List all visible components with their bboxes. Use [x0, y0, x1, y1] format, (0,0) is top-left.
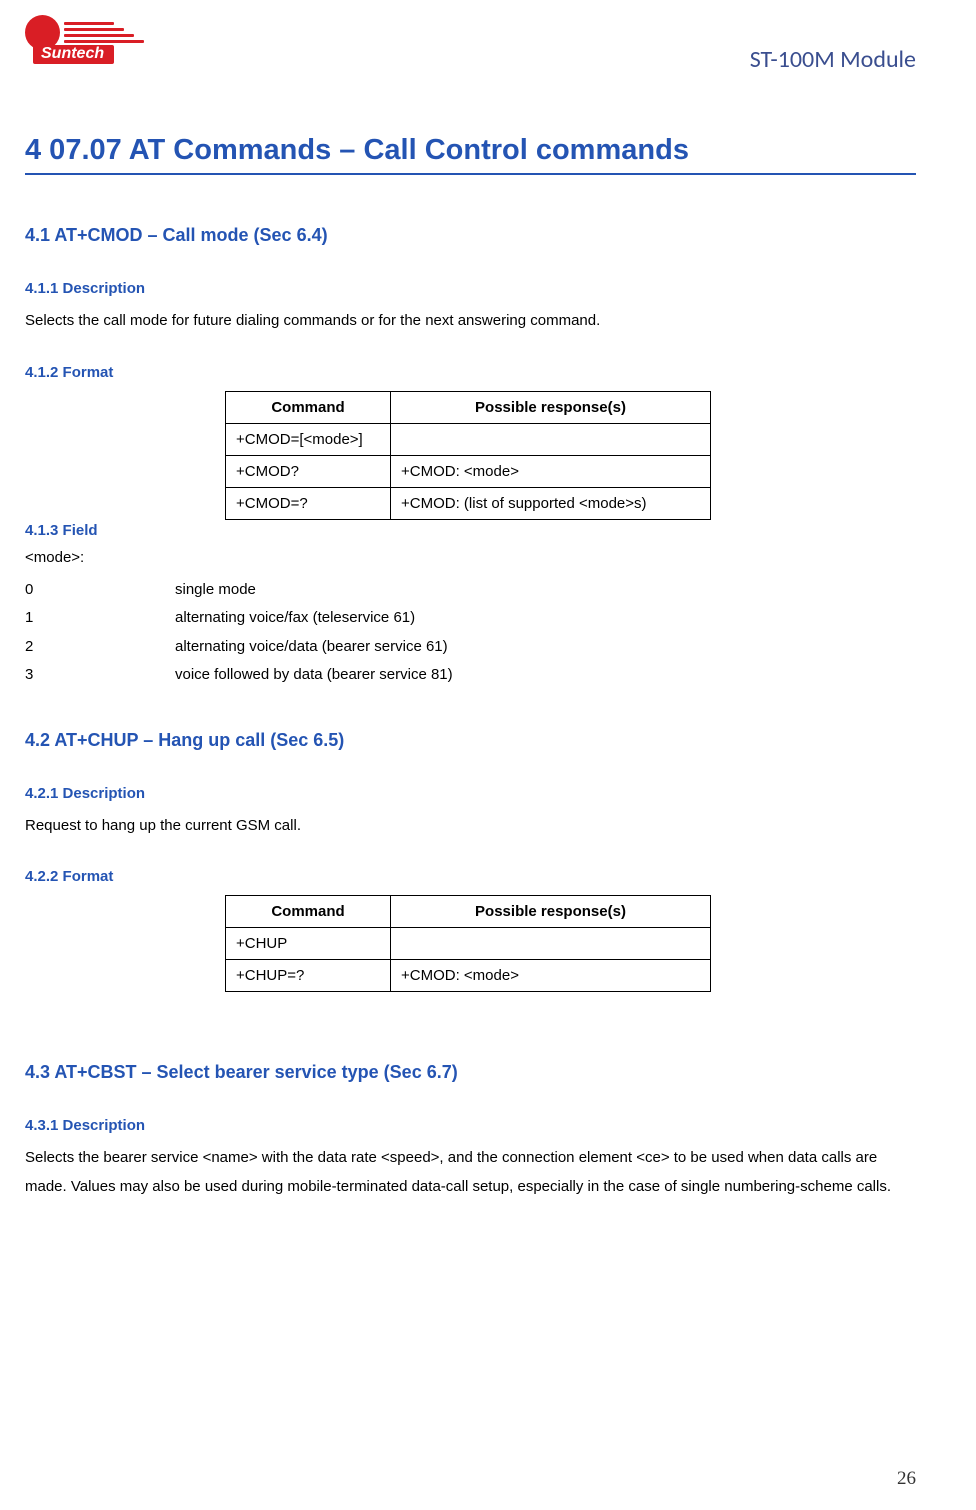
- table-cell: [391, 423, 711, 455]
- table-header-command: Command: [226, 896, 391, 928]
- table-row: +CMOD=[<mode>]: [226, 423, 711, 455]
- table-row: +CHUP=? +CMOD: <mode>: [226, 960, 711, 992]
- field-row: 0 single mode: [25, 576, 916, 605]
- section-heading-4-1: 4.1 AT+CMOD – Call mode (Sec 6.4): [25, 225, 916, 246]
- section-heading-4-2: 4.2 AT+CHUP – Hang up call (Sec 6.5): [25, 730, 916, 751]
- table-row: +CHUP: [226, 928, 711, 960]
- table-cell: +CHUP: [226, 928, 391, 960]
- table-cell: +CMOD?: [226, 455, 391, 487]
- format-table-4-1: Command Possible response(s) +CMOD=[<mod…: [225, 391, 711, 520]
- description-text-4-1: Selects the call mode for future dialing…: [25, 307, 916, 336]
- sub-heading-4-2-1: 4.2.1 Description: [25, 785, 916, 802]
- table-header-response: Possible response(s): [391, 896, 711, 928]
- field-value: alternating voice/fax (teleservice 61): [175, 604, 415, 633]
- heading-rule: [25, 173, 916, 175]
- field-key: 1: [25, 604, 175, 633]
- field-label: <mode>:: [25, 549, 916, 566]
- field-value: alternating voice/data (bearer service 6…: [175, 633, 448, 662]
- main-heading: 4 07.07 AT Commands – Call Control comma…: [25, 134, 916, 167]
- field-row: 1 alternating voice/fax (teleservice 61): [25, 604, 916, 633]
- sub-heading-4-3-1: 4.3.1 Description: [25, 1117, 916, 1134]
- rays-icon: [64, 22, 144, 43]
- table-header-command: Command: [226, 391, 391, 423]
- logo: Suntech: [25, 15, 144, 70]
- table-cell: [391, 928, 711, 960]
- table-cell: +CHUP=?: [226, 960, 391, 992]
- description-text-4-2: Request to hang up the current GSM call.: [25, 812, 916, 841]
- table-cell: +CMOD=?: [226, 487, 391, 519]
- table-cell: +CMOD=[<mode>]: [226, 423, 391, 455]
- document-title: ST-100M Module: [750, 45, 916, 74]
- field-row: 3 voice followed by data (bearer service…: [25, 661, 916, 690]
- sub-heading-4-1-3: 4.1.3 Field: [25, 522, 916, 539]
- table-cell: +CMOD: (list of supported <mode>s): [391, 487, 711, 519]
- field-value: voice followed by data (bearer service 8…: [175, 661, 453, 690]
- field-row: 2 alternating voice/data (bearer service…: [25, 633, 916, 662]
- sub-heading-4-2-2: 4.2.2 Format: [25, 868, 916, 885]
- format-table-4-2: Command Possible response(s) +CHUP +CHUP…: [225, 895, 711, 992]
- page-header: Suntech ST-100M Module: [25, 15, 916, 74]
- field-key: 3: [25, 661, 175, 690]
- sub-heading-4-1-1: 4.1.1 Description: [25, 280, 916, 297]
- field-key: 2: [25, 633, 175, 662]
- field-key: 0: [25, 576, 175, 605]
- table-cell: +CMOD: <mode>: [391, 455, 711, 487]
- field-value: single mode: [175, 576, 256, 605]
- section-heading-4-3: 4.3 AT+CBST – Select bearer service type…: [25, 1062, 916, 1083]
- page-number: 26: [897, 1468, 916, 1490]
- table-cell: +CMOD: <mode>: [391, 960, 711, 992]
- table-row: +CMOD=? +CMOD: (list of supported <mode>…: [226, 487, 711, 519]
- sub-heading-4-1-2: 4.1.2 Format: [25, 364, 916, 381]
- table-row: +CMOD? +CMOD: <mode>: [226, 455, 711, 487]
- table-header-response: Possible response(s): [391, 391, 711, 423]
- description-text-4-3: Selects the bearer service <name> with t…: [25, 1144, 916, 1201]
- logo-text: Suntech: [33, 45, 114, 64]
